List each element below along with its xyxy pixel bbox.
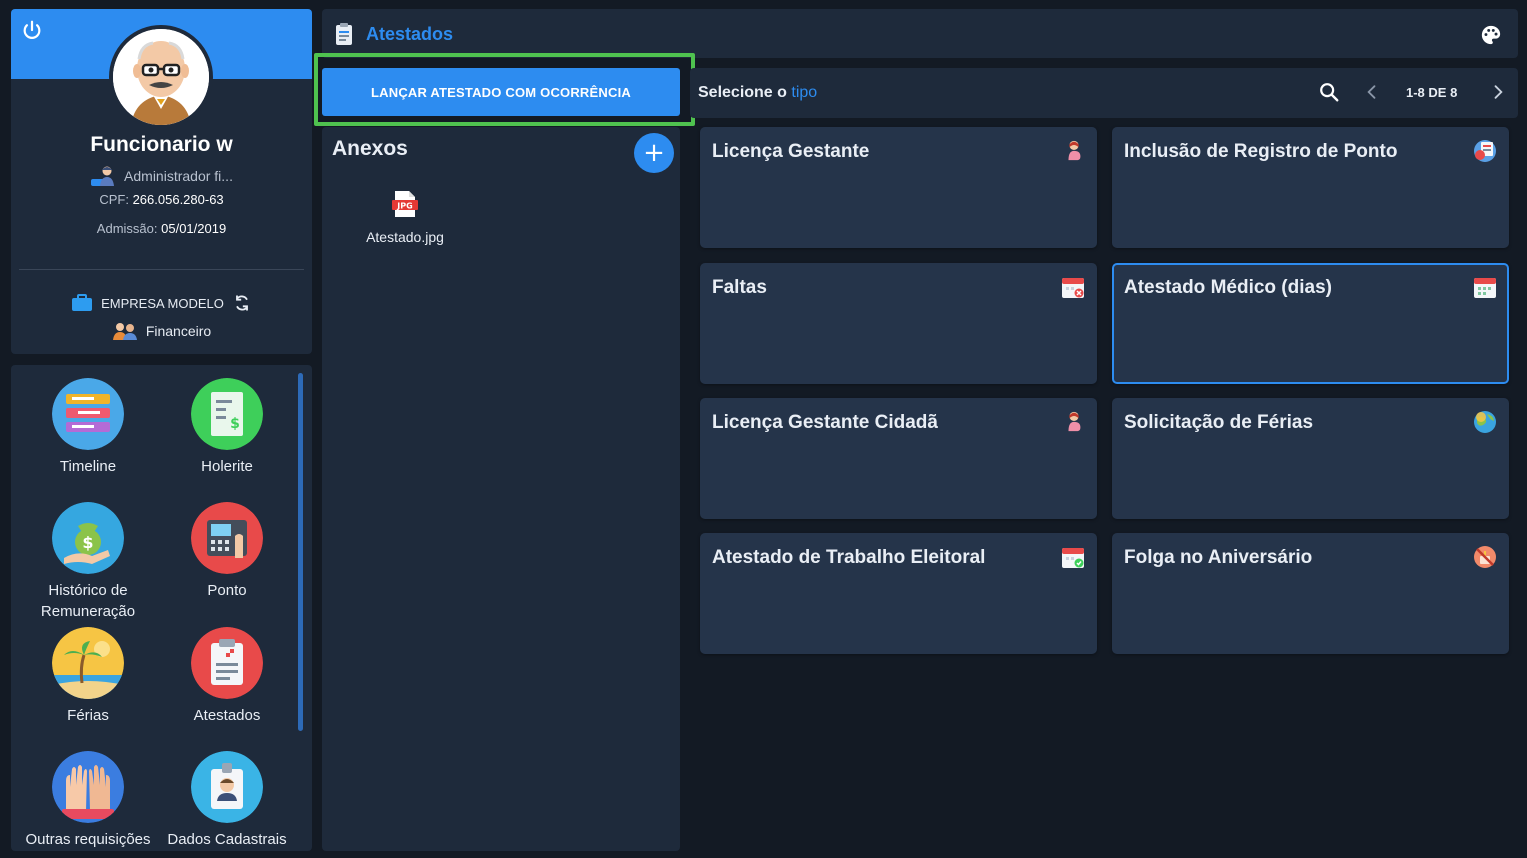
profile-cpf: CPF: 266.056.280-63 [11, 192, 312, 207]
attachment-item[interactable]: JPG Atestado.jpg [357, 190, 453, 245]
switch-company-icon[interactable] [232, 293, 252, 313]
money-bag-icon: $ [52, 502, 124, 574]
avatar-illustration [113, 29, 209, 125]
jpg-file-badge: JPG [396, 202, 412, 211]
menu-item-holerite[interactable]: $ Holerite [157, 378, 297, 477]
pagination-count: 1-8 DE 8 [1406, 85, 1458, 100]
profile-name: Funcionario w [90, 133, 233, 156]
clipboard-doc-icon [336, 23, 352, 45]
menu-item-atestados[interactable]: Atestados [157, 627, 297, 726]
type-card-folga-aniversario[interactable]: Folga no Aniversário [1112, 533, 1509, 654]
type-card-title: Licença Gestante [712, 141, 870, 162]
anexos-panel: Anexos + JPG Atestado.jpg [322, 127, 680, 851]
menu-label: Timeline [59, 458, 117, 475]
admission-label: Admissão: [96, 221, 158, 236]
admin-icon [91, 166, 115, 186]
type-card-atestado-trabalho-eleitoral[interactable]: Atestado de Trabalho Eleitoral [700, 533, 1097, 654]
type-card-licenca-gestante[interactable]: Licença Gestante [700, 127, 1097, 248]
type-toolbar: Selecione o tipo 1-8 DE 8 [690, 68, 1518, 118]
type-card-title: Folga no Aniversário [1124, 547, 1313, 568]
beach-icon [52, 627, 124, 699]
menu-item-ponto[interactable]: Ponto [157, 502, 297, 601]
menu-label: Histórico de Remuneração [40, 582, 136, 620]
type-label-prefix: Selecione o [698, 84, 787, 101]
launch-atestado-button[interactable]: LANÇAR ATESTADO COM OCORRÊNCIA [322, 68, 680, 116]
type-label-accent: tipo [791, 84, 818, 101]
app-menu: Timeline $ Holerite $ Histórico de Remun… [11, 365, 312, 851]
add-attachment-button[interactable]: + [634, 133, 674, 173]
menu-item-historico-remuneracao[interactable]: $ Histórico de Remuneração [18, 502, 158, 622]
chevron-right-icon[interactable] [1488, 82, 1508, 102]
attachment-name: Atestado.jpg [366, 229, 444, 245]
type-card-solicitacao-ferias[interactable]: Solicitação de Férias [1112, 398, 1509, 519]
admission-value: 05/01/2019 [161, 221, 227, 236]
raised-hands-icon [52, 751, 124, 823]
globe-vacation-icon [1474, 411, 1496, 433]
search-icon[interactable] [1318, 81, 1340, 103]
type-card-title: Licença Gestante Cidadã [712, 412, 938, 433]
id-badge-icon [191, 751, 263, 823]
department-row: Financeiro [11, 321, 312, 341]
cpf-value: 266.056.280-63 [132, 192, 224, 207]
type-card-faltas[interactable]: Faltas [700, 263, 1097, 384]
calendar-medical-icon [1474, 278, 1496, 298]
payslip-icon: $ [191, 378, 263, 450]
pregnant-woman-icon [1068, 411, 1081, 432]
profile-divider [19, 269, 304, 270]
page-title: Atestados [366, 24, 454, 44]
team-icon [112, 323, 137, 340]
type-select-label: Selecione o tipo [698, 84, 817, 102]
type-card-inclusao-registro-ponto[interactable]: Inclusão de Registro de Ponto [1112, 127, 1509, 248]
avatar [109, 25, 213, 129]
type-card-title: Solicitação de Férias [1124, 412, 1314, 433]
calendar-vote-icon [1062, 548, 1084, 568]
menu-item-outras-requisicoes[interactable]: Outras requisições [18, 751, 158, 850]
clipboard-icon [191, 627, 263, 699]
menu-item-timeline[interactable]: Timeline [18, 378, 158, 477]
menu-label: Atestados [193, 707, 261, 724]
menu-item-dados-cadastrais[interactable]: Dados Cadastrais [157, 751, 297, 850]
type-card-atestado-medico-dias[interactable]: Atestado Médico (dias) [1112, 263, 1509, 384]
type-card-licenca-gestante-cidada[interactable]: Licença Gestante Cidadã [700, 398, 1097, 519]
menu-item-ferias[interactable]: Férias [18, 627, 158, 726]
type-card-title: Inclusão de Registro de Ponto [1124, 141, 1398, 162]
menu-label: Dados Cadastrais [167, 831, 287, 848]
palette-icon[interactable] [1480, 24, 1502, 46]
calendar-absence-icon [1062, 278, 1084, 298]
company-row: EMPRESA MODELO [11, 293, 312, 313]
birthday-off-icon [1474, 546, 1496, 568]
topbar: Atestados [322, 9, 1518, 58]
type-card-title: Faltas [712, 277, 767, 298]
briefcase-icon [72, 294, 93, 311]
pregnant-woman-icon [1068, 140, 1081, 161]
menu-label: Outras requisições [25, 831, 151, 848]
profile-admission: Admissão: 05/01/2019 [11, 221, 312, 236]
chevron-left-icon[interactable] [1362, 82, 1382, 102]
svg-text:$: $ [230, 416, 240, 432]
menu-label: Ponto [207, 582, 247, 599]
profile-card: Funcionario w Administrador fi... CPF: 2… [11, 9, 312, 354]
department-name: Financeiro [145, 323, 212, 339]
profile-role: Administrador fi... [11, 165, 312, 187]
cpf-label: CPF: [99, 192, 129, 207]
clock-register-icon [1474, 140, 1496, 162]
type-card-title: Atestado Médico (dias) [1124, 277, 1332, 298]
type-card-title: Atestado de Trabalho Eleitoral [712, 547, 986, 568]
power-icon[interactable] [21, 19, 43, 41]
company-name: EMPRESA MODELO [101, 295, 224, 311]
time-clock-icon [191, 502, 263, 574]
menu-scrollbar[interactable] [298, 373, 303, 731]
profile-role-label: Administrador fi... [124, 168, 233, 184]
jpg-file-icon: JPG [392, 191, 418, 217]
svg-text:$: $ [82, 533, 93, 552]
menu-label: Holerite [201, 458, 253, 475]
anexos-title: Anexos [332, 137, 408, 160]
menu-label: Férias [67, 707, 109, 724]
timeline-icon [52, 378, 124, 450]
